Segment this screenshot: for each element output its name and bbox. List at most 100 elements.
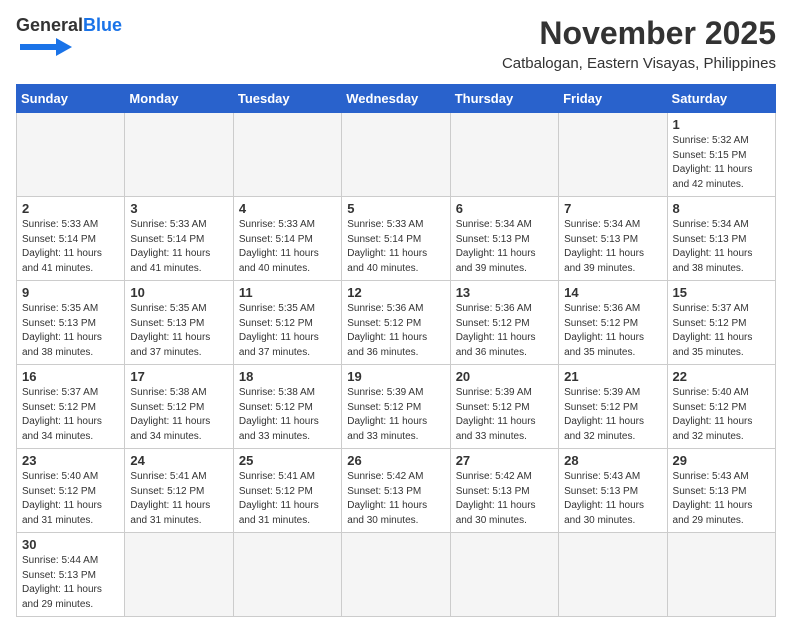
calendar-row: 9 Sunrise: 5:35 AM Sunset: 5:13 PM Dayli… xyxy=(17,281,776,365)
empty-cell xyxy=(667,533,775,617)
day-number: 16 xyxy=(22,369,119,384)
day-info: Sunrise: 5:39 AM Sunset: 5:12 PM Dayligh… xyxy=(456,386,553,444)
day-info: Sunrise: 5:34 AM Sunset: 5:13 PM Dayligh… xyxy=(564,218,661,276)
day-info: Sunrise: 5:32 AM Sunset: 5:15 PM Dayligh… xyxy=(673,134,770,192)
day-cell: 24 Sunrise: 5:41 AM Sunset: 5:12 PM Dayl… xyxy=(125,449,233,533)
day-info: Sunrise: 5:38 AM Sunset: 5:12 PM Dayligh… xyxy=(239,386,336,444)
logo-text: General xyxy=(16,16,83,34)
day-number: 27 xyxy=(456,453,553,468)
day-number: 2 xyxy=(22,201,119,216)
day-info: Sunrise: 5:34 AM Sunset: 5:13 PM Dayligh… xyxy=(456,218,553,276)
month-title: November 2025 xyxy=(502,16,776,51)
day-number: 12 xyxy=(347,285,444,300)
empty-cell xyxy=(342,113,450,197)
header: General Blue November 2025 Catbalogan, E… xyxy=(16,16,776,72)
day-info: Sunrise: 5:41 AM Sunset: 5:12 PM Dayligh… xyxy=(239,470,336,528)
day-info: Sunrise: 5:43 AM Sunset: 5:13 PM Dayligh… xyxy=(673,470,770,528)
header-monday: Monday xyxy=(125,85,233,113)
empty-cell xyxy=(17,113,125,197)
day-cell: 10 Sunrise: 5:35 AM Sunset: 5:13 PM Dayl… xyxy=(125,281,233,365)
day-cell: 26 Sunrise: 5:42 AM Sunset: 5:13 PM Dayl… xyxy=(342,449,450,533)
header-sunday: Sunday xyxy=(17,85,125,113)
day-cell: 30 Sunrise: 5:44 AM Sunset: 5:13 PM Dayl… xyxy=(17,533,125,617)
day-number: 6 xyxy=(456,201,553,216)
day-info: Sunrise: 5:40 AM Sunset: 5:12 PM Dayligh… xyxy=(22,470,119,528)
header-thursday: Thursday xyxy=(450,85,558,113)
empty-cell xyxy=(559,113,667,197)
day-number: 21 xyxy=(564,369,661,384)
day-info: Sunrise: 5:35 AM Sunset: 5:12 PM Dayligh… xyxy=(239,302,336,360)
day-cell: 20 Sunrise: 5:39 AM Sunset: 5:12 PM Dayl… xyxy=(450,365,558,449)
empty-cell xyxy=(125,533,233,617)
day-cell: 3 Sunrise: 5:33 AM Sunset: 5:14 PM Dayli… xyxy=(125,197,233,281)
day-info: Sunrise: 5:33 AM Sunset: 5:14 PM Dayligh… xyxy=(347,218,444,276)
day-number: 10 xyxy=(130,285,227,300)
day-cell: 7 Sunrise: 5:34 AM Sunset: 5:13 PM Dayli… xyxy=(559,197,667,281)
calendar-row: 1 Sunrise: 5:32 AM Sunset: 5:15 PM Dayli… xyxy=(17,113,776,197)
day-cell: 22 Sunrise: 5:40 AM Sunset: 5:12 PM Dayl… xyxy=(667,365,775,449)
day-number: 23 xyxy=(22,453,119,468)
header-friday: Friday xyxy=(559,85,667,113)
day-number: 11 xyxy=(239,285,336,300)
day-cell: 29 Sunrise: 5:43 AM Sunset: 5:13 PM Dayl… xyxy=(667,449,775,533)
empty-cell xyxy=(342,533,450,617)
day-number: 29 xyxy=(673,453,770,468)
day-number: 9 xyxy=(22,285,119,300)
day-info: Sunrise: 5:41 AM Sunset: 5:12 PM Dayligh… xyxy=(130,470,227,528)
day-number: 13 xyxy=(456,285,553,300)
day-info: Sunrise: 5:42 AM Sunset: 5:13 PM Dayligh… xyxy=(456,470,553,528)
day-number: 17 xyxy=(130,369,227,384)
day-cell: 14 Sunrise: 5:36 AM Sunset: 5:12 PM Dayl… xyxy=(559,281,667,365)
day-number: 24 xyxy=(130,453,227,468)
day-cell: 4 Sunrise: 5:33 AM Sunset: 5:14 PM Dayli… xyxy=(233,197,341,281)
day-number: 25 xyxy=(239,453,336,468)
calendar-table: Sunday Monday Tuesday Wednesday Thursday… xyxy=(16,84,776,617)
day-number: 15 xyxy=(673,285,770,300)
day-cell: 18 Sunrise: 5:38 AM Sunset: 5:12 PM Dayl… xyxy=(233,365,341,449)
day-cell: 13 Sunrise: 5:36 AM Sunset: 5:12 PM Dayl… xyxy=(450,281,558,365)
logo-blue-text: Blue xyxy=(83,16,122,34)
day-cell: 2 Sunrise: 5:33 AM Sunset: 5:14 PM Dayli… xyxy=(17,197,125,281)
logo-icon xyxy=(20,36,72,58)
location-subtitle: Catbalogan, Eastern Visayas, Philippines xyxy=(502,55,776,72)
day-cell: 17 Sunrise: 5:38 AM Sunset: 5:12 PM Dayl… xyxy=(125,365,233,449)
weekday-header-row: Sunday Monday Tuesday Wednesday Thursday… xyxy=(17,85,776,113)
day-info: Sunrise: 5:40 AM Sunset: 5:12 PM Dayligh… xyxy=(673,386,770,444)
day-info: Sunrise: 5:35 AM Sunset: 5:13 PM Dayligh… xyxy=(22,302,119,360)
day-cell: 15 Sunrise: 5:37 AM Sunset: 5:12 PM Dayl… xyxy=(667,281,775,365)
empty-cell xyxy=(559,533,667,617)
calendar-row: 30 Sunrise: 5:44 AM Sunset: 5:13 PM Dayl… xyxy=(17,533,776,617)
header-tuesday: Tuesday xyxy=(233,85,341,113)
calendar-row: 23 Sunrise: 5:40 AM Sunset: 5:12 PM Dayl… xyxy=(17,449,776,533)
day-cell: 5 Sunrise: 5:33 AM Sunset: 5:14 PM Dayli… xyxy=(342,197,450,281)
day-number: 7 xyxy=(564,201,661,216)
day-number: 30 xyxy=(22,537,119,552)
day-number: 8 xyxy=(673,201,770,216)
day-cell: 11 Sunrise: 5:35 AM Sunset: 5:12 PM Dayl… xyxy=(233,281,341,365)
day-cell: 23 Sunrise: 5:40 AM Sunset: 5:12 PM Dayl… xyxy=(17,449,125,533)
day-info: Sunrise: 5:44 AM Sunset: 5:13 PM Dayligh… xyxy=(22,554,119,612)
day-cell: 19 Sunrise: 5:39 AM Sunset: 5:12 PM Dayl… xyxy=(342,365,450,449)
logo: General Blue xyxy=(16,16,122,58)
day-number: 3 xyxy=(130,201,227,216)
day-info: Sunrise: 5:36 AM Sunset: 5:12 PM Dayligh… xyxy=(347,302,444,360)
day-info: Sunrise: 5:42 AM Sunset: 5:13 PM Dayligh… xyxy=(347,470,444,528)
day-number: 20 xyxy=(456,369,553,384)
day-info: Sunrise: 5:33 AM Sunset: 5:14 PM Dayligh… xyxy=(130,218,227,276)
day-number: 4 xyxy=(239,201,336,216)
day-info: Sunrise: 5:36 AM Sunset: 5:12 PM Dayligh… xyxy=(564,302,661,360)
header-wednesday: Wednesday xyxy=(342,85,450,113)
empty-cell xyxy=(450,113,558,197)
day-cell: 1 Sunrise: 5:32 AM Sunset: 5:15 PM Dayli… xyxy=(667,113,775,197)
day-number: 22 xyxy=(673,369,770,384)
day-number: 18 xyxy=(239,369,336,384)
title-area: November 2025 Catbalogan, Eastern Visaya… xyxy=(502,16,776,72)
day-number: 1 xyxy=(673,117,770,132)
day-info: Sunrise: 5:36 AM Sunset: 5:12 PM Dayligh… xyxy=(456,302,553,360)
day-info: Sunrise: 5:43 AM Sunset: 5:13 PM Dayligh… xyxy=(564,470,661,528)
day-cell: 25 Sunrise: 5:41 AM Sunset: 5:12 PM Dayl… xyxy=(233,449,341,533)
day-info: Sunrise: 5:35 AM Sunset: 5:13 PM Dayligh… xyxy=(130,302,227,360)
day-cell: 6 Sunrise: 5:34 AM Sunset: 5:13 PM Dayli… xyxy=(450,197,558,281)
day-cell: 8 Sunrise: 5:34 AM Sunset: 5:13 PM Dayli… xyxy=(667,197,775,281)
day-cell: 16 Sunrise: 5:37 AM Sunset: 5:12 PM Dayl… xyxy=(17,365,125,449)
